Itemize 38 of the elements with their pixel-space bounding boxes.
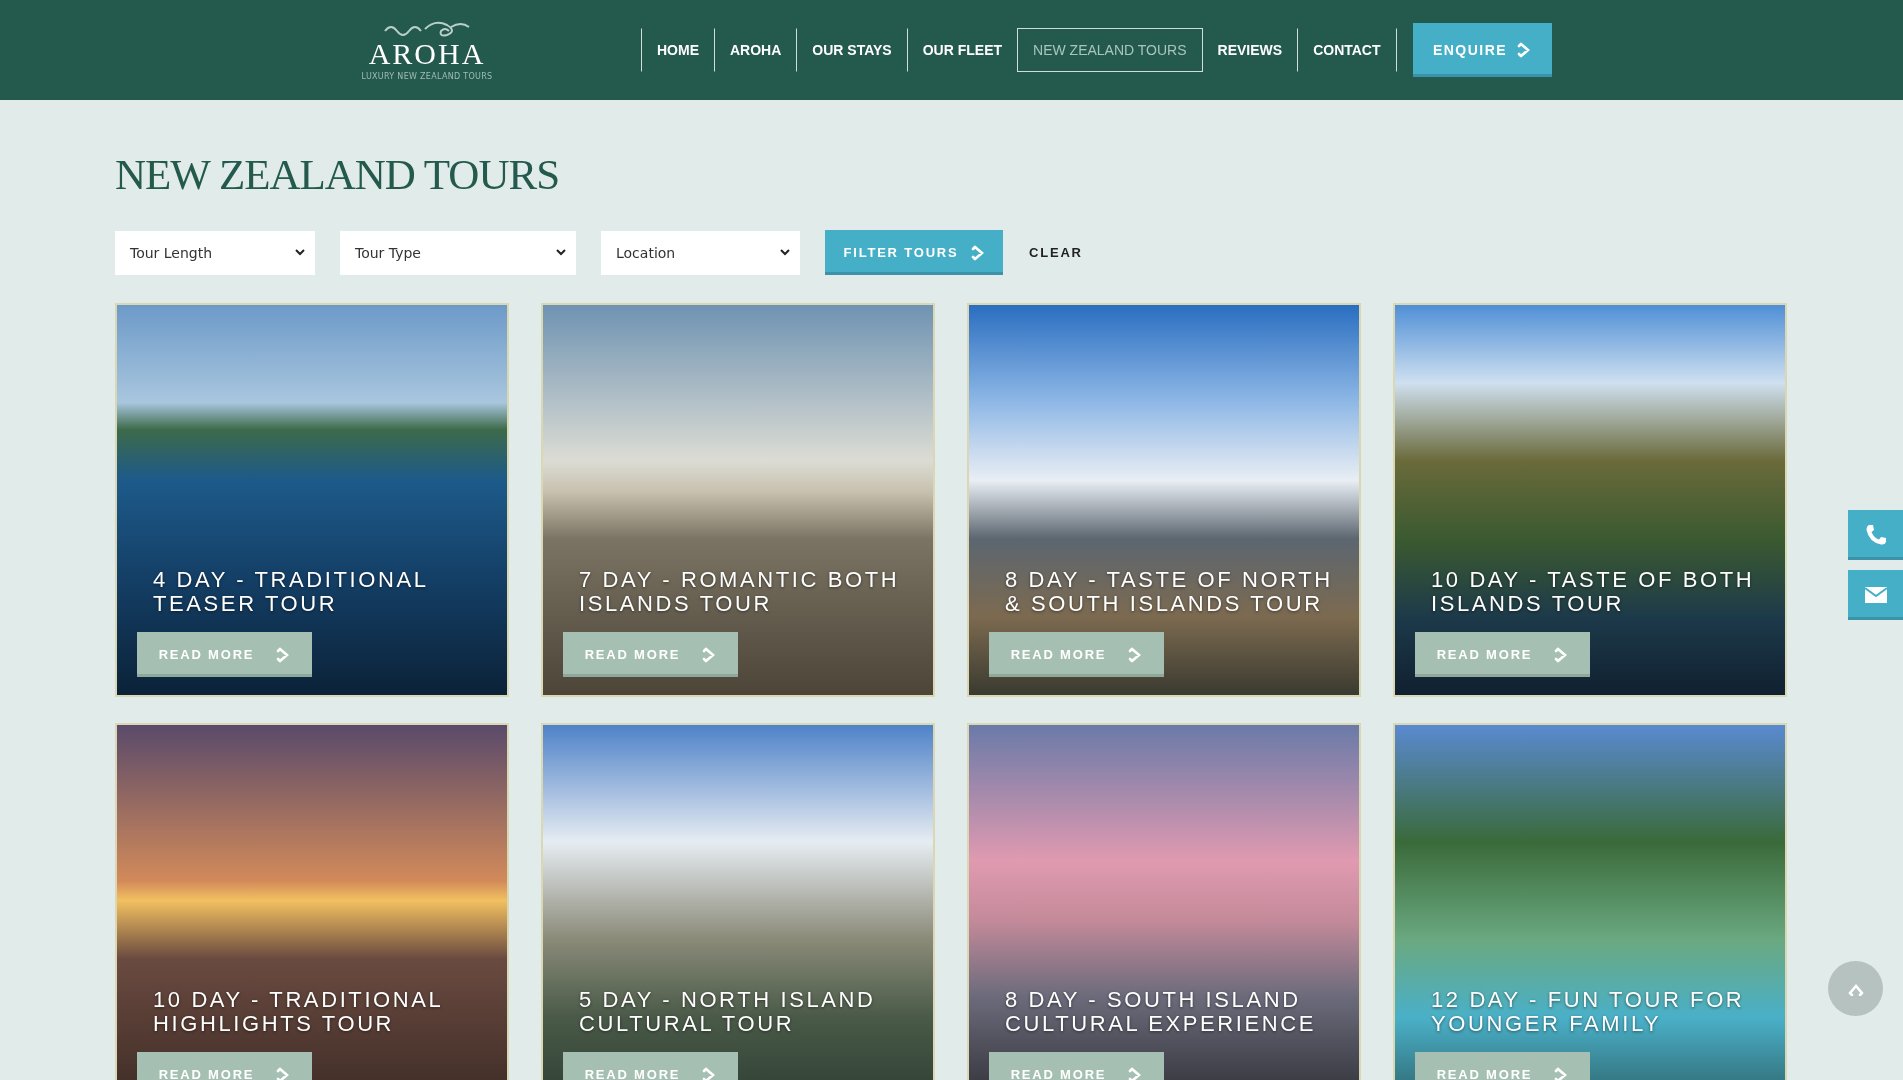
nav-link[interactable]: CONTACT [1297,28,1397,72]
chevron-icon [1554,646,1569,663]
chevron-icon [1554,1066,1569,1080]
logo-tagline: LUXURY NEW ZEALAND TOURS [361,72,493,81]
chevron-icon [1128,646,1143,663]
clear-button[interactable]: CLEAR [1025,241,1087,264]
phone-button[interactable] [1848,510,1903,560]
tour-title: 8 DAY - TASTE OF NORTH & SOUTH ISLANDS TOUR [1005,568,1334,616]
chevron-icon [970,244,985,261]
chevron-icon [702,1066,717,1080]
dropdown-field[interactable]: Tour Type [340,230,576,275]
tour-title: 10 DAY - TASTE OF BOTH ISLANDS TOUR [1431,568,1756,616]
tour-title: 4 DAY - TRADITIONAL TEASER TOUR [153,568,429,616]
tour-title: 12 DAY - FUN TOUR FOR YOUNGER FAMILY [1431,988,1746,1036]
nav-link[interactable]: AROHA [714,28,797,72]
dropdown-field[interactable]: Tour Length [115,230,315,275]
tour-title: 5 DAY - NORTH ISLAND CULTURAL TOUR [579,988,877,1036]
chevron-icon [276,646,291,663]
nav-link[interactable]: OUR FLEET [906,28,1018,72]
chevron-icon [702,646,717,663]
nav-link[interactable]: REVIEWS [1202,28,1298,72]
tour-title: 7 DAY - ROMANTIC BOTH ISLANDS TOUR [579,568,901,616]
page-title: NEW ZEALAND TOURS [115,150,561,200]
tour-title: 10 DAY - TRADITIONAL HIGHLIGHTS TOUR [153,988,444,1036]
chevron-icon [1128,1066,1143,1080]
nav-link[interactable]: OUR STAYS [796,28,907,72]
nav-link[interactable]: HOME [641,28,714,72]
dropdown-field[interactable]: Location [601,230,800,275]
envelope-icon [1864,587,1887,603]
dropdown-caret-icon [556,249,566,256]
dropdown-caret-icon [295,249,305,256]
chevron-icon [276,1066,291,1080]
email-button[interactable] [1848,570,1903,620]
dropdown-caret-icon [780,249,790,256]
chevron-icon [1517,42,1532,58]
logo-text[interactable]: AROHA [368,39,486,69]
nav-link[interactable]: NEW ZEALAND TOURS [1017,28,1203,72]
tour-title: 8 DAY - SOUTH ISLAND CULTURAL EXPERIENCE [1005,988,1317,1036]
